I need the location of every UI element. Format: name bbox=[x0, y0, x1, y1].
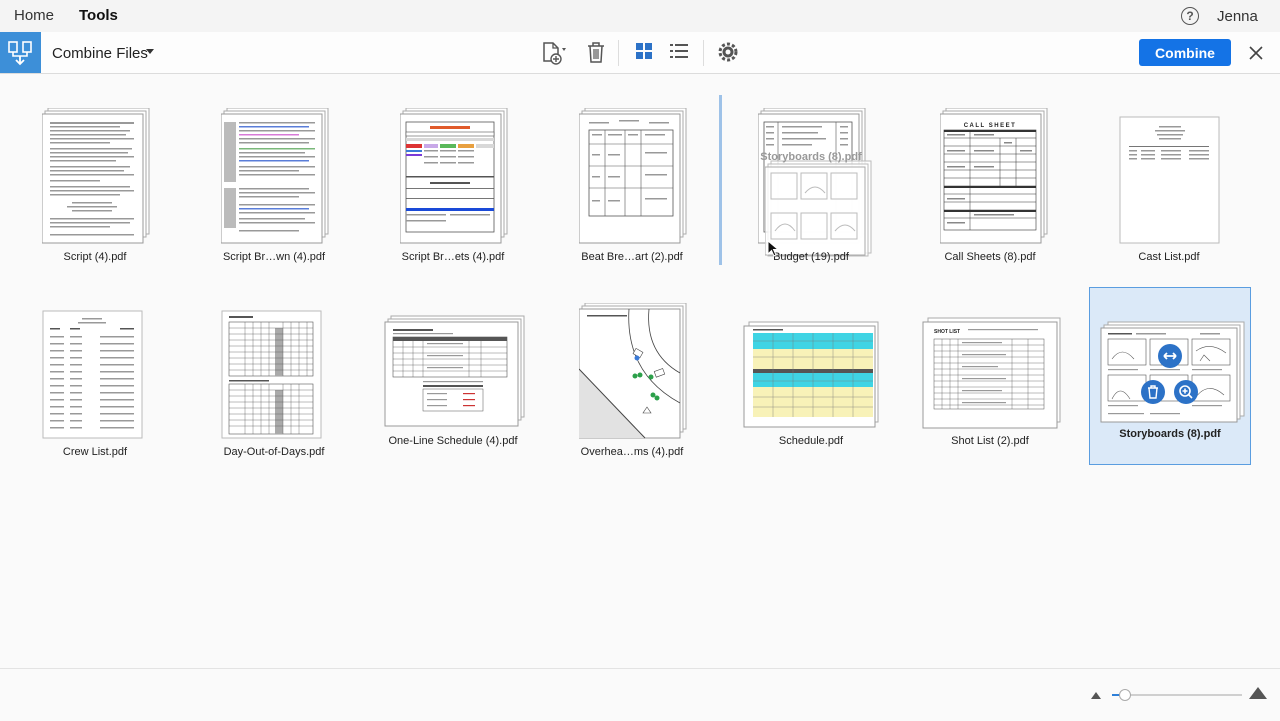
file-name: Schedule.pdf bbox=[778, 435, 844, 447]
file-name: Overhea…ms (4).pdf bbox=[580, 446, 684, 458]
tab-tools[interactable]: Tools bbox=[77, 7, 120, 34]
drag-ghost bbox=[765, 160, 872, 257]
document-preview bbox=[400, 108, 508, 244]
file-thumbnail[interactable]: Storyboards (8).pdf bbox=[1089, 287, 1251, 465]
file-name: Script Br…wn (4).pdf bbox=[222, 251, 326, 263]
file-thumbnail[interactable]: Script Br…wn (4).pdf bbox=[194, 95, 354, 271]
mouse-cursor-icon bbox=[767, 240, 780, 257]
file-thumbnail[interactable]: Schedule.pdf bbox=[731, 290, 891, 466]
file-thumbnail[interactable]: Day-Out-of-Days.pdf bbox=[194, 290, 354, 466]
file-thumbnail[interactable]: Script (4).pdf bbox=[15, 95, 175, 271]
document-preview bbox=[221, 108, 329, 244]
file-name: Storyboards (8).pdf bbox=[1119, 428, 1221, 440]
grid-view-icon[interactable] bbox=[635, 41, 659, 65]
list-view-icon[interactable] bbox=[669, 41, 693, 65]
file-thumbnail[interactable]: Overhea…ms (4).pdf bbox=[552, 290, 712, 466]
zoom-out-icon[interactable] bbox=[1091, 692, 1101, 699]
document-preview bbox=[42, 108, 150, 244]
file-name: Day-Out-of-Days.pdf bbox=[223, 446, 325, 458]
expand-icon[interactable] bbox=[1158, 344, 1182, 368]
file-name: Script (4).pdf bbox=[63, 251, 127, 263]
document-preview bbox=[42, 310, 143, 439]
document-preview: CALL SHEET bbox=[940, 108, 1048, 244]
file-thumbnail[interactable]: Script Br…ets (4).pdf bbox=[373, 95, 533, 271]
close-icon[interactable] bbox=[1247, 44, 1265, 62]
file-thumbnail[interactable]: SHOT LIST Shot List (2).pdf bbox=[910, 290, 1070, 466]
file-thumbnail[interactable]: Crew List.pdf bbox=[15, 290, 175, 466]
combine-files-icon[interactable] bbox=[0, 32, 41, 73]
file-name: Cast List.pdf bbox=[1138, 251, 1200, 263]
tab-home[interactable]: Home bbox=[14, 7, 54, 24]
user-menu[interactable]: Jenna bbox=[1217, 8, 1258, 25]
call-sheet-heading: CALL SHEET bbox=[964, 123, 1017, 129]
file-name: Call Sheets (8).pdf bbox=[944, 251, 1036, 263]
document-preview bbox=[1119, 116, 1220, 244]
file-name: Shot List (2).pdf bbox=[951, 435, 1029, 447]
drop-indicator bbox=[719, 95, 722, 265]
document-preview bbox=[384, 315, 525, 427]
file-thumbnail[interactable]: CALL SHEET Call Sheets (8).pdf bbox=[910, 95, 1070, 271]
file-thumbnail[interactable]: Beat Bre…art (2).pdf bbox=[552, 95, 712, 271]
toolbar-divider bbox=[703, 40, 704, 66]
toolbar-divider bbox=[618, 40, 619, 66]
zoom-bar bbox=[0, 668, 1280, 721]
chevron-down-icon[interactable] bbox=[146, 49, 154, 54]
help-icon[interactable]: ? bbox=[1181, 7, 1199, 25]
file-name: Beat Bre…art (2).pdf bbox=[581, 251, 683, 263]
file-name: One-Line Schedule (4).pdf bbox=[388, 435, 518, 447]
file-thumbnail[interactable]: One-Line Schedule (4).pdf bbox=[373, 290, 533, 466]
add-files-icon[interactable] bbox=[541, 41, 566, 65]
file-name: Script Br…ets (4).pdf bbox=[401, 251, 505, 263]
drag-ghost-label: Storyboards (8).pdf bbox=[760, 151, 862, 163]
shot-list-heading: SHOT LIST bbox=[934, 329, 960, 335]
file-thumbnail[interactable]: Cast List.pdf bbox=[1089, 95, 1249, 271]
zoom-in-large-icon[interactable] bbox=[1249, 687, 1267, 699]
tool-title[interactable]: Combine Files bbox=[52, 45, 148, 62]
combine-button[interactable]: Combine bbox=[1139, 39, 1231, 66]
document-preview bbox=[1100, 321, 1245, 423]
zoom-slider-thumb[interactable] bbox=[1119, 689, 1131, 701]
zoom-slider-track[interactable] bbox=[1112, 694, 1242, 696]
document-preview bbox=[579, 303, 687, 439]
document-preview bbox=[221, 310, 322, 439]
document-preview bbox=[743, 321, 879, 428]
file-name: Budget (19).pdf bbox=[773, 251, 849, 263]
file-thumbnail[interactable]: Storyboards (8).pdf Budget (19).pdf bbox=[731, 95, 891, 271]
document-preview: SHOT LIST bbox=[922, 317, 1061, 429]
delete-icon[interactable] bbox=[1141, 380, 1165, 404]
file-name: Crew List.pdf bbox=[62, 446, 128, 458]
trash-icon[interactable] bbox=[585, 41, 609, 65]
gear-icon[interactable] bbox=[717, 41, 741, 65]
document-preview bbox=[579, 108, 687, 244]
zoom-in-icon[interactable] bbox=[1174, 380, 1198, 404]
top-nav: Home Tools ? Jenna bbox=[0, 0, 1280, 34]
tool-toolbar: Combine Files Combine bbox=[0, 32, 1280, 74]
